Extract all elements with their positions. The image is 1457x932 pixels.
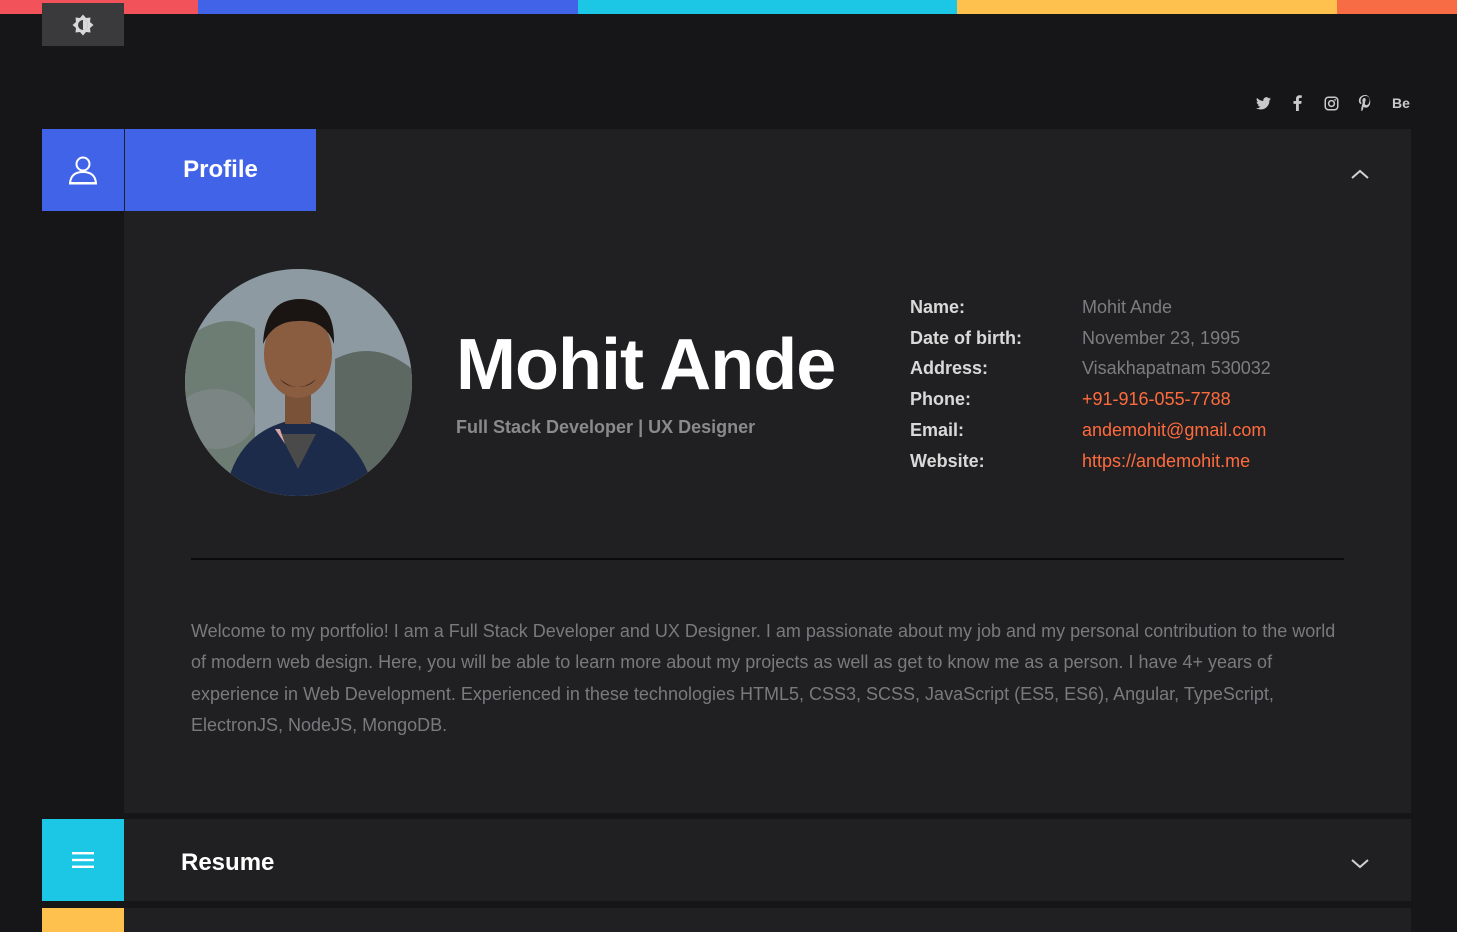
detail-row-address: Address: Visakhapatnam 530032 (910, 354, 1360, 385)
detail-label: Website: (910, 450, 985, 471)
stripe-yellow (957, 0, 1337, 14)
detail-row-name: Name: Mohit Ande (910, 292, 1360, 323)
profile-name-heading: Mohit Ande (456, 325, 836, 405)
profile-section-header[interactable]: Profile (125, 129, 316, 211)
menu-lines-icon (72, 852, 94, 868)
behance-icon[interactable]: Be (1391, 95, 1411, 111)
resume-section-header[interactable]: Resume (181, 849, 274, 877)
profile-bio: Welcome to my portfolio! I am a Full Sta… (191, 621, 1336, 735)
stripe-orange (1337, 0, 1457, 14)
color-stripe (0, 0, 1457, 14)
chevron-down-icon (1351, 859, 1369, 869)
email-link[interactable]: andemohit@gmail.com (1082, 420, 1266, 441)
avatar (185, 269, 412, 496)
phone-link[interactable]: +91-916-055-7788 (1082, 389, 1231, 410)
facebook-icon[interactable] (1289, 95, 1305, 111)
detail-row-dob: Date of birth: November 23, 1995 (910, 323, 1360, 354)
twitter-icon[interactable] (1255, 95, 1271, 111)
resume-section-icon-box (42, 819, 124, 901)
detail-label: Name: (910, 296, 966, 317)
social-links: Be (1255, 92, 1411, 114)
detail-label: Phone: (910, 389, 971, 410)
detail-row-phone: Phone: +91-916-055-7788 (910, 384, 1360, 415)
detail-row-email: Email: andemohit@gmail.com (910, 415, 1360, 446)
expand-resume-button[interactable] (1349, 855, 1371, 873)
detail-value: Mohit Ande (1082, 296, 1173, 317)
brightness-icon (72, 14, 94, 35)
collapse-profile-button[interactable] (1349, 165, 1371, 183)
instagram-icon[interactable] (1323, 95, 1339, 111)
detail-value: Visakhapatnam 530032 (1082, 358, 1271, 379)
detail-value: November 23, 1995 (1082, 327, 1241, 348)
detail-label: Date of birth: (910, 327, 1022, 348)
stripe-blue (198, 0, 578, 14)
resume-panel[interactable] (124, 819, 1411, 901)
pinterest-icon[interactable] (1357, 95, 1373, 111)
detail-label: Address: (910, 358, 989, 379)
next-section-icon-box (42, 908, 124, 932)
next-section-panel[interactable] (124, 908, 1411, 932)
website-link[interactable]: https://andemohit.me (1082, 451, 1250, 472)
detail-row-website: Website: https://andemohit.me (910, 446, 1360, 477)
divider (191, 558, 1344, 560)
user-icon (69, 156, 97, 185)
profile-section-icon-box (42, 129, 124, 211)
profile-subtitle: Full Stack Developer | UX Designer (456, 417, 756, 437)
detail-label: Email: (910, 420, 965, 441)
chevron-up-icon (1351, 169, 1369, 179)
profile-details: Name: Mohit Ande Date of birth: November… (910, 292, 1360, 477)
theme-toggle-button[interactable] (42, 3, 124, 46)
stripe-cyan (578, 0, 957, 14)
